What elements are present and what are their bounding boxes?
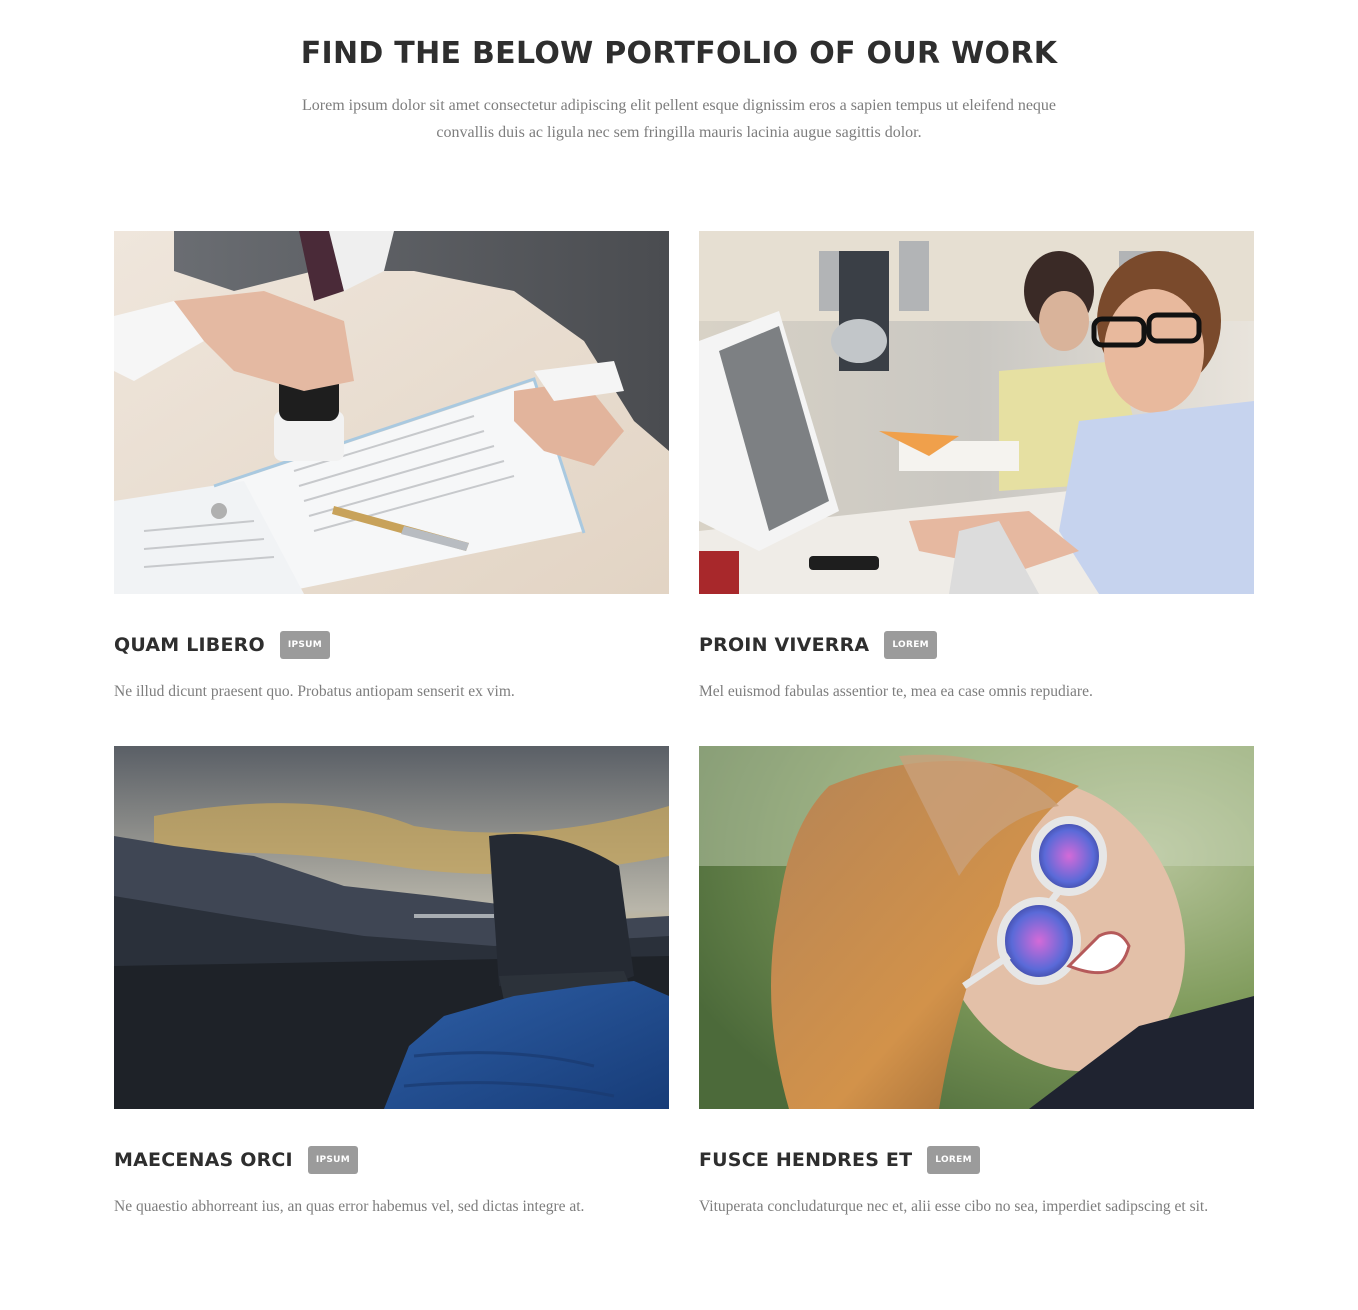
category-badge[interactable]: LOREM [884,631,937,659]
card-title[interactable]: PROIN VIVERRA [699,634,869,656]
portfolio-card-image[interactable] [114,231,669,594]
portfolio-card-image[interactable] [699,746,1254,1109]
businessman-stamping-document-photo [114,231,669,594]
card-description: Mel euismod fabulas assentior te, mea ea… [699,683,1093,700]
office-worker-at-computer-photo [699,231,1254,594]
section-intro: Lorem ipsum dolor sit amet consectetur a… [301,97,1057,141]
hiker-mountain-sunset-photo [114,746,669,1109]
section-title: FIND THE BELOW PORTFOLIO OF OUR WORK [300,36,1058,71]
card-description: Vituperata concludaturque nec et, alii e… [699,1198,1209,1215]
portfolio-card-image[interactable] [114,746,669,1109]
card-title-row: FUSCE HENDRES ET LOREM [699,1146,980,1174]
category-badge[interactable]: IPSUM [279,631,331,659]
card-description: Ne illud dicunt praesent quo. Probatus a… [114,683,515,700]
woman-with-sunglasses-photo [699,746,1254,1109]
category-badge[interactable]: LOREM [927,1146,980,1174]
portfolio-card-image[interactable] [699,231,1254,594]
category-badge[interactable]: IPSUM [307,1146,359,1174]
card-title-row: MAECENAS ORCI IPSUM [114,1146,359,1174]
card-title[interactable]: QUAM LIBERO [114,634,265,656]
card-title[interactable]: MAECENAS ORCI [114,1149,293,1171]
card-description: Ne quaestio abhorreant ius, an quas erro… [114,1198,585,1215]
card-title[interactable]: FUSCE HENDRES ET [699,1149,912,1171]
card-title-row: PROIN VIVERRA LOREM [699,631,937,659]
card-title-row: QUAM LIBERO IPSUM [114,631,331,659]
